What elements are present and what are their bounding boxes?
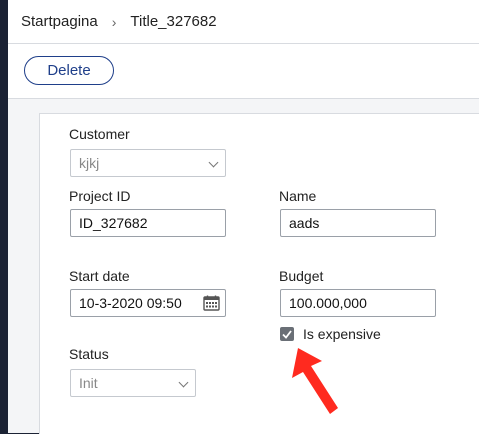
- name-value: aads: [289, 215, 320, 231]
- status-select-value: Init: [79, 375, 98, 391]
- budget-label: Budget: [279, 268, 324, 284]
- breadcrumb-home-link[interactable]: Startpagina: [21, 13, 98, 30]
- main-panel: Startpagina › Title_327682 Delete Custom…: [8, 0, 479, 434]
- calendar-icon[interactable]: [203, 295, 220, 311]
- checkmark-icon: [282, 329, 292, 339]
- project-form: Customer kjkj Project ID ID_327682 Name …: [39, 113, 479, 434]
- budget-field[interactable]: 100.000,000: [280, 289, 436, 317]
- status-select[interactable]: Init: [70, 369, 196, 397]
- is-expensive-checkbox[interactable]: [280, 327, 294, 341]
- breadcrumb-separator-icon: ›: [111, 13, 117, 30]
- customer-select[interactable]: kjkj: [70, 149, 226, 177]
- customer-select-value: kjkj: [79, 155, 100, 171]
- name-field[interactable]: aads: [280, 209, 436, 237]
- project-id-value: ID_327682: [79, 215, 148, 231]
- project-id-field[interactable]: ID_327682: [70, 209, 226, 237]
- is-expensive-label[interactable]: Is expensive: [303, 326, 381, 342]
- start-date-label: Start date: [69, 268, 130, 284]
- project-id-label: Project ID: [69, 188, 131, 204]
- chevron-down-icon: [178, 377, 189, 388]
- start-date-value: 10-3-2020 09:50: [79, 295, 182, 311]
- budget-value: 100.000,000: [289, 295, 367, 311]
- annotation-arrow-icon: [292, 348, 338, 414]
- toolbar: Delete: [8, 44, 479, 99]
- delete-button[interactable]: Delete: [24, 56, 114, 85]
- breadcrumb: Startpagina › Title_327682: [8, 0, 479, 44]
- customer-label: Customer: [69, 126, 130, 142]
- status-label: Status: [69, 346, 109, 362]
- name-label: Name: [279, 188, 317, 204]
- chevron-down-icon: [208, 157, 219, 168]
- breadcrumb-current: Title_327682: [130, 13, 217, 30]
- start-date-field[interactable]: 10-3-2020 09:50: [70, 289, 226, 317]
